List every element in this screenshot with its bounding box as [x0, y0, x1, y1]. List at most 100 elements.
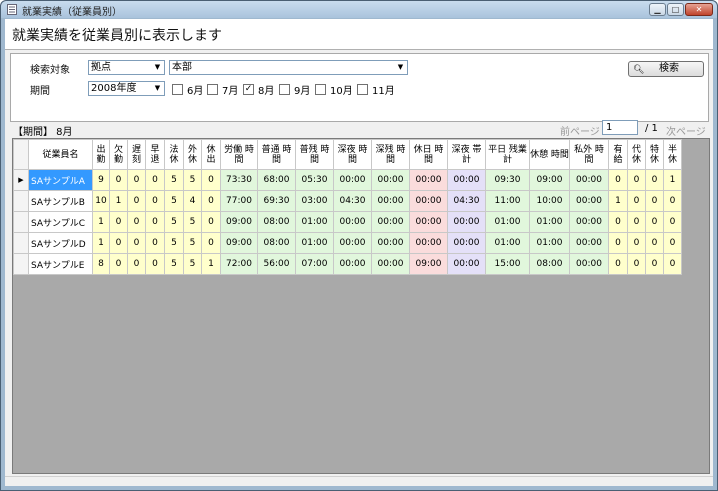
table-cell[interactable]: 00:00	[569, 169, 609, 191]
table-cell[interactable]: 0	[645, 190, 664, 212]
table-cell[interactable]: 0	[109, 169, 128, 191]
column-header[interactable]: 特 休	[645, 139, 664, 170]
table-cell[interactable]: 0	[645, 253, 664, 275]
table-cell[interactable]: 10	[92, 190, 110, 212]
table-cell[interactable]: 00:00	[371, 253, 410, 275]
table-cell[interactable]: 0	[645, 169, 664, 191]
table-cell[interactable]: 00:00	[409, 169, 448, 191]
column-header[interactable]: 普通 時間	[257, 139, 296, 170]
page-number-input[interactable]: 1	[602, 120, 638, 135]
close-button[interactable]: ✕	[685, 3, 713, 16]
table-cell[interactable]: 1	[201, 253, 221, 275]
table-cell[interactable]: 0	[145, 190, 165, 212]
table-cell[interactable]: 0	[645, 211, 664, 233]
employee-name-cell[interactable]: SAサンプルE	[28, 253, 93, 275]
column-header[interactable]: 深夜 時間	[333, 139, 372, 170]
table-cell[interactable]: 09:00	[220, 211, 258, 233]
title-bar[interactable]: 就業実績（従業員別） ▁ □ ✕	[1, 1, 717, 18]
prev-page-link[interactable]: 前ページ	[560, 123, 600, 138]
employee-name-cell[interactable]: SAサンプルC	[28, 211, 93, 233]
column-header[interactable]: 早 退	[145, 139, 165, 170]
search-button[interactable]: 🔍︎ 検索	[628, 61, 704, 77]
table-cell[interactable]: 1	[92, 211, 110, 233]
table-cell[interactable]: 00:00	[447, 232, 486, 254]
table-cell[interactable]: 0	[645, 232, 664, 254]
row-header[interactable]	[13, 211, 29, 233]
table-cell[interactable]: 0	[663, 232, 682, 254]
table-cell[interactable]: 00:00	[371, 232, 410, 254]
table-cell[interactable]: 73:30	[220, 169, 258, 191]
current-row-indicator-icon[interactable]: ▶	[13, 169, 29, 191]
month-checkbox[interactable]	[357, 84, 368, 95]
table-cell[interactable]: 03:00	[295, 190, 334, 212]
month-checkbox[interactable]: ✓	[243, 84, 254, 95]
table-cell[interactable]: 0	[627, 190, 646, 212]
column-header[interactable]: 半 休	[663, 139, 682, 170]
row-header[interactable]	[13, 190, 29, 212]
row-header[interactable]	[13, 232, 29, 254]
table-cell[interactable]: 09:30	[485, 169, 530, 191]
table-cell[interactable]: 77:00	[220, 190, 258, 212]
table-cell[interactable]: 0	[127, 169, 146, 191]
table-cell[interactable]: 0	[109, 253, 128, 275]
table-cell[interactable]: 01:00	[295, 232, 334, 254]
table-cell[interactable]: 00:00	[569, 190, 609, 212]
employee-name-cell[interactable]: SAサンプルB	[28, 190, 93, 212]
table-cell[interactable]: 1	[608, 190, 628, 212]
table-cell[interactable]: 00:00	[371, 169, 410, 191]
table-cell[interactable]: 00:00	[447, 169, 486, 191]
table-row[interactable]: SAサンプルE 8 0 0 0 5 5 1 72:00 56:00 07:00 00:00 00:00 0…	[13, 253, 682, 275]
table-cell[interactable]: 0	[145, 232, 165, 254]
table-cell[interactable]: 00:00	[371, 190, 410, 212]
minimize-button[interactable]: ▁	[649, 3, 666, 16]
table-row[interactable]: SAサンプルB 10 1 0 0 5 4 0 77:00 69:30 03:00 04:30 00:00…	[13, 190, 682, 212]
table-cell[interactable]: 0	[201, 169, 221, 191]
table-cell[interactable]: 0	[663, 253, 682, 275]
month-checkbox[interactable]	[172, 84, 183, 95]
target-type-select[interactable]: 拠点 ▼	[88, 60, 165, 75]
table-cell[interactable]: 01:00	[529, 211, 570, 233]
column-header[interactable]: 従業員名	[28, 139, 93, 170]
results-grid[interactable]: 従業員名出 勤欠 勤遅 刻早 退法 休外 休休 出労働 時間 普通 時間 普残 時間…	[12, 138, 710, 474]
table-cell[interactable]: 04:30	[447, 190, 486, 212]
column-header[interactable]: 有 給	[608, 139, 628, 170]
table-cell[interactable]: 01:00	[485, 211, 530, 233]
table-row[interactable]: SAサンプルC 1 0 0 0 5 5 0 09:00 08:00 01:00 00:00 00:00 0…	[13, 211, 682, 233]
table-cell[interactable]: 0	[663, 190, 682, 212]
table-cell[interactable]: 00:00	[569, 232, 609, 254]
table-cell[interactable]: 0	[127, 232, 146, 254]
table-cell[interactable]: 0	[127, 190, 146, 212]
table-cell[interactable]: 0	[627, 211, 646, 233]
year-select[interactable]: 2008年度 ▼	[88, 81, 165, 96]
table-cell[interactable]: 72:00	[220, 253, 258, 275]
table-cell[interactable]: 1	[92, 232, 110, 254]
table-cell[interactable]: 0	[145, 253, 165, 275]
target-value-select[interactable]: 本部 ▼	[169, 60, 408, 75]
table-cell[interactable]: 15:00	[485, 253, 530, 275]
table-cell[interactable]: 0	[663, 211, 682, 233]
table-cell[interactable]: 0	[109, 211, 128, 233]
table-cell[interactable]: 00:00	[447, 211, 486, 233]
table-cell[interactable]: 00:00	[333, 253, 372, 275]
column-header[interactable]: 休日 時間	[409, 139, 448, 170]
table-cell[interactable]: 00:00	[371, 211, 410, 233]
table-cell[interactable]: 08:00	[529, 253, 570, 275]
table-cell[interactable]: 9	[92, 169, 110, 191]
table-cell[interactable]: 1	[109, 190, 128, 212]
table-cell[interactable]: 09:00	[529, 169, 570, 191]
table-cell[interactable]: 0	[127, 211, 146, 233]
table-cell[interactable]: 07:00	[295, 253, 334, 275]
maximize-button[interactable]: □	[667, 3, 684, 16]
table-cell[interactable]: 5	[183, 232, 202, 254]
table-cell[interactable]: 00:00	[333, 232, 372, 254]
table-cell[interactable]: 09:00	[220, 232, 258, 254]
table-cell[interactable]: 0	[608, 253, 628, 275]
month-checkbox[interactable]	[207, 84, 218, 95]
table-cell[interactable]: 0	[145, 169, 165, 191]
table-cell[interactable]: 4	[183, 190, 202, 212]
table-cell[interactable]: 8	[92, 253, 110, 275]
table-cell[interactable]: 08:00	[257, 211, 296, 233]
table-cell[interactable]: 5	[183, 169, 202, 191]
table-cell[interactable]: 00:00	[409, 211, 448, 233]
table-cell[interactable]: 11:00	[485, 190, 530, 212]
